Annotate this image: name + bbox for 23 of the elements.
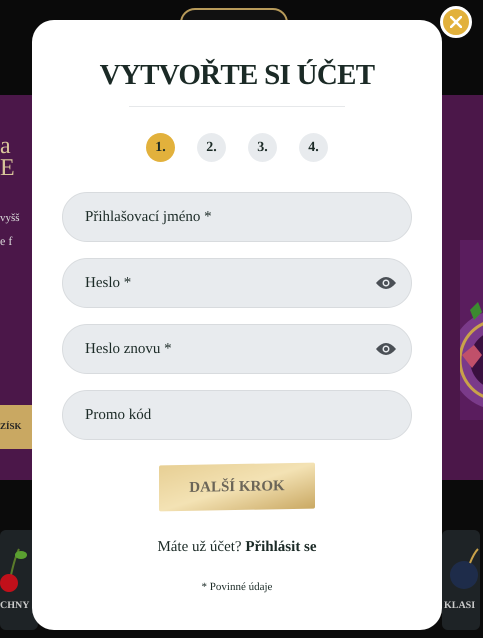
- bomb-icon: [450, 548, 479, 590]
- eye-icon[interactable]: [376, 342, 396, 356]
- login-prompt: Máte už účet? Přihlásit se: [157, 538, 317, 557]
- input-field[interactable]: Heslo znovu *: [62, 324, 412, 374]
- login-link[interactable]: Přihlásit se: [245, 539, 317, 555]
- category-label: CHNY: [0, 599, 30, 613]
- claim-button[interactable]: ZÍSK: [0, 405, 32, 449]
- input-field[interactable]: Promo kód: [62, 390, 412, 440]
- cherry-icon: [0, 548, 28, 593]
- close-icon: [450, 16, 462, 28]
- eye-icon[interactable]: [376, 276, 396, 290]
- input-field[interactable]: Heslo *: [62, 258, 412, 308]
- step-indicator[interactable]: 2.: [197, 133, 226, 162]
- modal-title: VYTVOŘTE SI ÚČET: [100, 58, 374, 92]
- step-indicator[interactable]: 4.: [299, 133, 328, 162]
- step-indicator[interactable]: 3.: [248, 133, 277, 162]
- next-step-button[interactable]: DALŠÍ KROK: [159, 462, 315, 512]
- category-label: KLASI: [444, 599, 476, 613]
- input-field[interactable]: Přihlašovací jméno *: [62, 192, 412, 242]
- step-indicator[interactable]: 1.: [146, 133, 175, 162]
- required-note: * Povinné údaje: [202, 580, 272, 594]
- banner-text: e f: [0, 233, 12, 250]
- banner-text: vyšš: [0, 211, 20, 226]
